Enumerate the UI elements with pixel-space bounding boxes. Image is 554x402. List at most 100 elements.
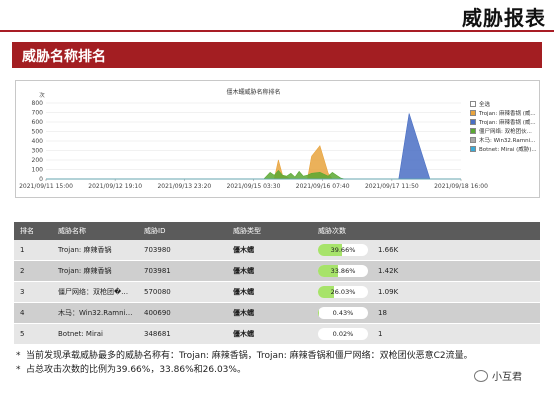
y-tick-label: 100 xyxy=(32,167,44,174)
header-rank: 排名 xyxy=(20,227,34,235)
count-value: 1.66K xyxy=(378,246,399,254)
y-tick-label: 400 xyxy=(32,138,44,145)
cell-threat-type: 僵木蠕 xyxy=(233,267,254,275)
cell-threat-type: 僵木蠕 xyxy=(233,330,254,338)
y-tick-label: 800 xyxy=(32,100,44,107)
cell-threat-name: 木马：Win32.Ramni… xyxy=(58,309,133,317)
chart-canvas: 僵木蠕威胁名称排名 次 0 100 200 300 400 500 600 700 800 2021/… xyxy=(19,88,488,190)
checkbox-icon[interactable] xyxy=(470,136,476,143)
table-body: 1 Trojan: 麻辣香锅 703980 僵木蠕 39.66% 1.66K 2 Trojan… xyxy=(14,240,540,345)
header-type: 威胁类型 xyxy=(233,227,261,235)
cell-rank: 4 xyxy=(20,309,25,317)
y-tick-label: 200 xyxy=(32,157,44,164)
x-tick-label: 2021/09/16 07:40 xyxy=(296,183,350,190)
threat-trend-chart: 僵木蠕威胁名称排名 次 0 100 200 300 400 500 600 700 800 2021/… xyxy=(15,80,540,198)
legend-label: Trojan: 麻辣香锅 (威... xyxy=(479,119,536,126)
cell-threat-name: Botnet: Mirai xyxy=(58,330,103,338)
count-value: 1.42K xyxy=(378,267,399,275)
cell-threat-id: 348681 xyxy=(144,330,171,338)
bullet-star: * xyxy=(16,365,21,375)
checkbox-icon[interactable] xyxy=(470,100,476,107)
checkbox-icon[interactable] xyxy=(470,145,476,152)
percent-text: 39.66% xyxy=(330,246,356,254)
bullet-star: * xyxy=(16,351,21,361)
section-title: 威胁名称排名 xyxy=(22,49,106,65)
legend-label: 僵尸网络: 双枪团伙... xyxy=(479,128,532,135)
checkbox-icon[interactable] xyxy=(470,127,476,134)
table-row[interactable]: 2 Trojan: 麻辣香锅 703981 僵木蠕 33.86% 1.42K xyxy=(14,261,540,282)
cell-threat-id: 703981 xyxy=(144,267,171,275)
cell-rank: 2 xyxy=(20,267,25,275)
y-tick-label: 300 xyxy=(32,148,44,155)
percent-text: 33.86% xyxy=(330,267,356,275)
x-tick-label: 2021/09/18 16:00 xyxy=(434,183,488,190)
chart-legend: 全选 Trojan: 麻辣香锅 (威... Trojan: 麻辣香锅 (威... 僵尸… xyxy=(470,99,538,153)
legend-label: 木马: Win32.Ramni... xyxy=(479,137,536,144)
legend-item-3[interactable]: 僵尸网络: 双枪团伙... xyxy=(470,126,538,135)
watermark-text: 小互君 xyxy=(492,372,522,383)
note-line: * 占总攻击次数的比例为39.66%，33.86%和26.03%。 xyxy=(16,363,536,377)
cell-threat-name: Trojan: 麻辣香锅 xyxy=(58,246,112,254)
percent-bar: 26.03% xyxy=(318,286,368,298)
header-id: 威胁ID xyxy=(144,227,166,235)
cell-threat-count: 39.66% 1.66K xyxy=(312,244,540,256)
table-row[interactable]: 4 木马：Win32.Ramni… 400690 僵木蠕 0.43% 18 xyxy=(14,303,540,324)
cell-threat-type: 僵木蠕 xyxy=(233,288,254,296)
cell-threat-id: 400690 xyxy=(144,309,171,317)
cell-threat-count: 0.43% 18 xyxy=(312,307,540,319)
x-tick-label: 2021/09/11 15:00 xyxy=(19,183,73,190)
table-row[interactable]: 5 Botnet: Mirai 348681 僵木蠕 0.02% 1 xyxy=(14,324,540,345)
cell-threat-count: 26.03% 1.09K xyxy=(312,286,540,298)
checkbox-icon[interactable] xyxy=(470,109,476,116)
percent-text: 26.03% xyxy=(330,288,356,296)
cell-threat-count: 33.86% 1.42K xyxy=(312,265,540,277)
watermark: 小互君 xyxy=(474,368,522,383)
header-name: 威胁名称 xyxy=(58,227,86,235)
report-title: 威胁报表 xyxy=(462,6,546,30)
legend-label: 全选 xyxy=(479,101,491,108)
legend-select-all[interactable]: 全选 xyxy=(470,99,538,108)
note-text: 当前发现承载威胁最多的威胁名称有：Trojan: 麻辣香锅，Trojan: 麻辣… xyxy=(26,351,473,361)
summary-notes: * 当前发现承载威胁最多的威胁名称有：Trojan: 麻辣香锅，Trojan: … xyxy=(16,349,536,377)
legend-item-4[interactable]: 木马: Win32.Ramni... xyxy=(470,135,538,144)
cell-rank: 5 xyxy=(20,330,25,338)
y-tick-label: 500 xyxy=(32,129,44,136)
cell-threat-count: 0.02% 1 xyxy=(312,328,540,340)
percent-bar: 39.66% xyxy=(318,244,368,256)
cell-rank: 1 xyxy=(20,246,25,254)
series-area-2 xyxy=(46,113,461,180)
table-row[interactable]: 1 Trojan: 麻辣香锅 703980 僵木蠕 39.66% 1.66K xyxy=(14,240,540,261)
title-divider xyxy=(0,30,554,32)
chart-title: 僵木蠕威胁名称排名 xyxy=(226,88,280,96)
cell-threat-type: 僵木蠕 xyxy=(233,309,254,317)
legend-item-1[interactable]: Trojan: 麻辣香锅 (威... xyxy=(470,108,538,117)
y-tick-label: 0 xyxy=(39,176,43,183)
x-tick-label: 2021/09/12 19:10 xyxy=(88,183,142,190)
legend-item-5[interactable]: Botnet: Mirai (威胁)... xyxy=(470,144,538,153)
percent-bar: 0.02% xyxy=(318,328,368,340)
count-value: 1.09K xyxy=(378,288,399,296)
percent-text: 0.43% xyxy=(332,309,354,317)
section-header: 威胁名称排名 xyxy=(12,42,542,68)
percent-bar: 33.86% xyxy=(318,265,368,277)
threat-ranking-table: 排名 威胁名称 威胁ID 威胁类型 威胁次数 1 Trojan: 麻辣香锅 7039… xyxy=(14,222,540,345)
x-tick-label: 2021/09/13 23:20 xyxy=(157,183,211,190)
table-row[interactable]: 3 僵尸网络：双枪团�… 570080 僵木蠕 26.03% 1.09K xyxy=(14,282,540,303)
cell-threat-name: Trojan: 麻辣香锅 xyxy=(58,267,112,275)
x-tick-label: 2021/09/15 03:30 xyxy=(227,183,281,190)
cell-rank: 3 xyxy=(20,288,25,296)
note-line: * 当前发现承载威胁最多的威胁名称有：Trojan: 麻辣香锅，Trojan: … xyxy=(16,349,536,363)
y-tick-label: 700 xyxy=(32,110,44,117)
legend-item-2[interactable]: Trojan: 麻辣香锅 (威... xyxy=(470,117,538,126)
table-header: 排名 威胁名称 威胁ID 威胁类型 威胁次数 xyxy=(14,222,540,240)
cell-threat-id: 570080 xyxy=(144,288,171,296)
x-tick-label: 2021/09/17 11:50 xyxy=(365,183,419,190)
percent-text: 0.02% xyxy=(332,330,354,338)
count-value: 1 xyxy=(378,330,383,338)
legend-label: Trojan: 麻辣香锅 (威... xyxy=(479,110,536,117)
checkbox-icon[interactable] xyxy=(470,118,476,125)
y-tick-label: 600 xyxy=(32,119,44,126)
y-axis-unit: 次 xyxy=(39,91,45,99)
header-count: 威胁次数 xyxy=(318,227,346,235)
chat-bubble-icon xyxy=(474,369,488,382)
